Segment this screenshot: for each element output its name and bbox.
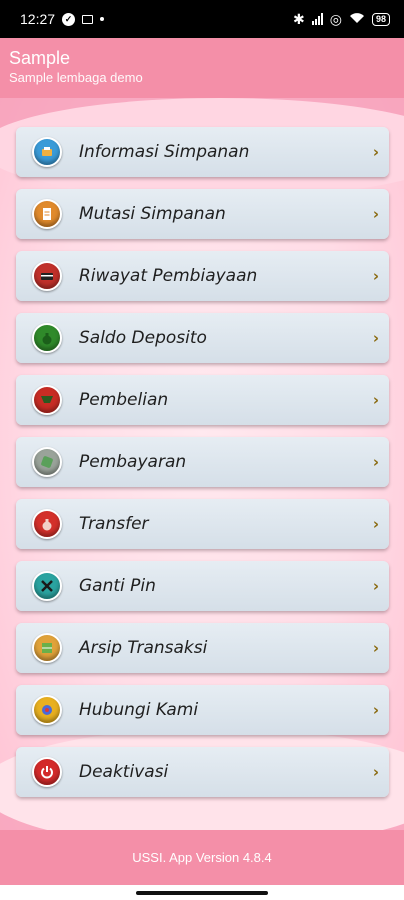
menu-item-pembayaran[interactable]: Pembayaran › bbox=[16, 437, 389, 487]
contact-icon bbox=[32, 695, 62, 725]
menu-item-saldo-deposito[interactable]: Saldo Deposito › bbox=[16, 313, 389, 363]
app-header: Sample Sample lembaga demo bbox=[0, 38, 404, 98]
battery-icon: 98 bbox=[371, 12, 390, 26]
menu-item-pembelian[interactable]: Pembelian › bbox=[16, 375, 389, 425]
money-bag-icon bbox=[32, 323, 62, 353]
menu-label: Pembelian bbox=[79, 390, 169, 410]
menu-item-deaktivasi[interactable]: Deaktivasi › bbox=[16, 747, 389, 797]
version-text: USSI. App Version 4.8.4 bbox=[132, 850, 272, 865]
menu-label: Saldo Deposito bbox=[79, 328, 207, 348]
document-icon bbox=[32, 199, 62, 229]
tools-icon bbox=[32, 571, 62, 601]
chevron-right-icon: › bbox=[372, 453, 379, 471]
chevron-right-icon: › bbox=[372, 143, 379, 161]
signal-icon bbox=[311, 13, 323, 25]
menu-label: Informasi Simpanan bbox=[79, 142, 250, 162]
card-history-icon bbox=[32, 261, 62, 291]
wifi-icon bbox=[349, 11, 365, 27]
chevron-right-icon: › bbox=[372, 267, 379, 285]
transfer-bag-icon bbox=[32, 509, 62, 539]
savings-info-icon bbox=[32, 137, 62, 167]
chevron-right-icon: › bbox=[372, 639, 379, 657]
menu-item-informasi-simpanan[interactable]: Informasi Simpanan › bbox=[16, 127, 389, 177]
screen-icon bbox=[82, 14, 94, 24]
navigation-bar bbox=[0, 885, 404, 900]
menu-item-mutasi-simpanan[interactable]: Mutasi Simpanan › bbox=[16, 189, 389, 239]
chevron-right-icon: › bbox=[372, 701, 379, 719]
chevron-right-icon: › bbox=[372, 205, 379, 223]
menu-label: Riwayat Pembiayaan bbox=[79, 266, 258, 286]
cart-icon bbox=[32, 385, 62, 415]
payment-icon bbox=[32, 447, 62, 477]
menu-label: Hubungi Kami bbox=[79, 700, 199, 720]
menu-label: Pembayaran bbox=[79, 452, 187, 472]
bluetooth-icon: ✱ bbox=[293, 10, 305, 27]
status-left: 12:27 ✓ bbox=[20, 11, 105, 27]
app-footer: USSI. App Version 4.8.4 bbox=[0, 830, 404, 885]
app-title: Sample bbox=[9, 48, 71, 68]
home-gesture-handle[interactable] bbox=[136, 891, 268, 895]
chevron-right-icon: › bbox=[372, 515, 379, 533]
notification-dot-icon bbox=[100, 17, 105, 21]
menu-item-transfer[interactable]: Transfer › bbox=[16, 499, 389, 549]
menu-label: Transfer bbox=[79, 514, 149, 534]
archive-icon bbox=[32, 633, 62, 663]
status-time: 12:27 bbox=[20, 11, 56, 27]
app-subtitle: Sample lembaga demo bbox=[9, 70, 143, 85]
menu-label: Ganti Pin bbox=[79, 576, 156, 596]
menu-label: Mutasi Simpanan bbox=[79, 204, 226, 224]
menu-label: Deaktivasi bbox=[79, 762, 169, 782]
menu-label: Arsip Transaksi bbox=[79, 638, 208, 658]
status-bar: 12:27 ✓ ✱ ◎ 98 bbox=[0, 0, 404, 38]
check-circle-icon: ✓ bbox=[62, 12, 76, 26]
status-right: ✱ ◎ 98 bbox=[293, 11, 390, 28]
chevron-right-icon: › bbox=[372, 763, 379, 781]
main-menu: Informasi Simpanan › Mutasi Simpanan › R… bbox=[16, 127, 389, 809]
chevron-right-icon: › bbox=[372, 391, 379, 409]
menu-item-hubungi-kami[interactable]: Hubungi Kami › bbox=[16, 685, 389, 735]
chevron-right-icon: › bbox=[372, 329, 379, 347]
hotspot-icon: ◎ bbox=[329, 10, 342, 27]
chevron-right-icon: › bbox=[372, 577, 379, 595]
menu-item-riwayat-pembiayaan[interactable]: Riwayat Pembiayaan › bbox=[16, 251, 389, 301]
power-icon bbox=[32, 757, 62, 787]
menu-item-ganti-pin[interactable]: Ganti Pin › bbox=[16, 561, 389, 611]
menu-item-arsip-transaksi[interactable]: Arsip Transaksi › bbox=[16, 623, 389, 673]
